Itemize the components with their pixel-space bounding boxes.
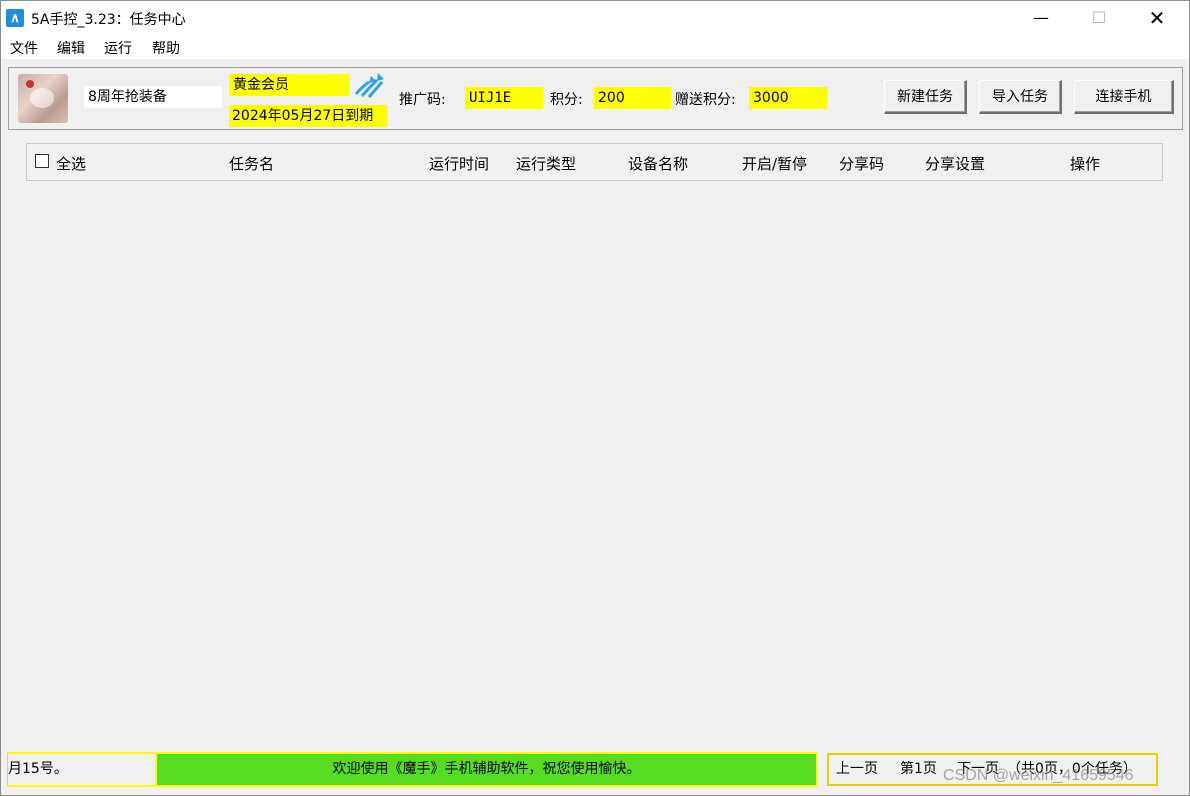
column-toggle: 开启/暂停 — [742, 155, 808, 173]
promo-code-value: UIJ1E — [465, 87, 543, 109]
avatar-highlight — [30, 88, 54, 108]
column-task-name: 任务名 — [229, 155, 275, 173]
bonus-points-value: 3000 — [749, 87, 827, 109]
column-select-all[interactable]: 全选 — [56, 153, 86, 174]
welcome-banner: 欢迎使用《魔手》手机辅助软件，祝您使用愉快。 — [155, 752, 818, 787]
connect-phone-button[interactable]: 连接手机 — [1074, 80, 1174, 114]
username-field: 8周年抢装备 — [84, 86, 222, 108]
column-device-name: 设备名称 — [628, 155, 689, 173]
menu-file[interactable]: 文件 — [10, 38, 38, 58]
column-run-type: 运行类型 — [516, 155, 577, 173]
menu-run[interactable]: 运行 — [104, 38, 132, 58]
menu-bar: 文件 编辑 运行 帮助 — [1, 35, 1189, 59]
menu-help[interactable]: 帮助 — [152, 38, 180, 58]
avatar[interactable] — [18, 74, 68, 123]
menu-edit[interactable]: 编辑 — [57, 38, 85, 58]
new-task-button[interactable]: 新建任务 — [884, 80, 967, 114]
points-value: 200 — [594, 87, 671, 109]
select-all-checkbox[interactable] — [35, 154, 49, 168]
current-page: 第1页 — [900, 761, 937, 777]
minimize-button[interactable]: — — [1018, 1, 1064, 35]
close-button[interactable]: ✕ — [1134, 1, 1180, 35]
watermark: CSDN @weixin_41659546 — [943, 767, 1134, 784]
column-share-code: 分享码 — [839, 155, 885, 173]
points-label: 积分: — [550, 92, 583, 108]
prev-page-link[interactable]: 上一页 — [836, 755, 878, 784]
window-title: 5A手控_3.23：任务中心 — [31, 12, 186, 28]
upgrade-arrows-icon[interactable] — [353, 70, 385, 98]
promo-code-label: 推广码: — [399, 92, 446, 108]
member-level-badge: 黄金会员 — [229, 74, 349, 96]
column-share-settings: 分享设置 — [925, 155, 986, 173]
user-info-panel: 8周年抢装备 黄金会员 2024年05月27日到期 推广码: UIJ1E 积分:… — [8, 67, 1183, 130]
column-run-time: 运行时间 — [429, 155, 490, 173]
main-window: ∧ 5A手控_3.23：任务中心 — ☐ ✕ 文件 编辑 运行 帮助 8周年抢装… — [0, 0, 1190, 796]
maximize-button[interactable]: ☐ — [1076, 1, 1122, 35]
task-table-header: 全选 任务名 运行时间 运行类型 设备名称 开启/暂停 分享码 分享设置 操作 — [26, 143, 1163, 181]
task-table-body[interactable] — [26, 180, 1161, 740]
app-logo-icon: ∧ — [6, 9, 24, 27]
avatar-decoration — [26, 80, 34, 88]
membership-expiry: 2024年05月27日到期 — [229, 105, 387, 127]
bonus-points-label: 赠送积分: — [675, 92, 736, 108]
import-task-button[interactable]: 导入任务 — [979, 80, 1062, 114]
title-bar: ∧ 5A手控_3.23：任务中心 — ☐ ✕ — [1, 1, 1189, 35]
column-action: 操作 — [1070, 155, 1101, 173]
status-ticker: 月15号。 — [7, 752, 155, 787]
